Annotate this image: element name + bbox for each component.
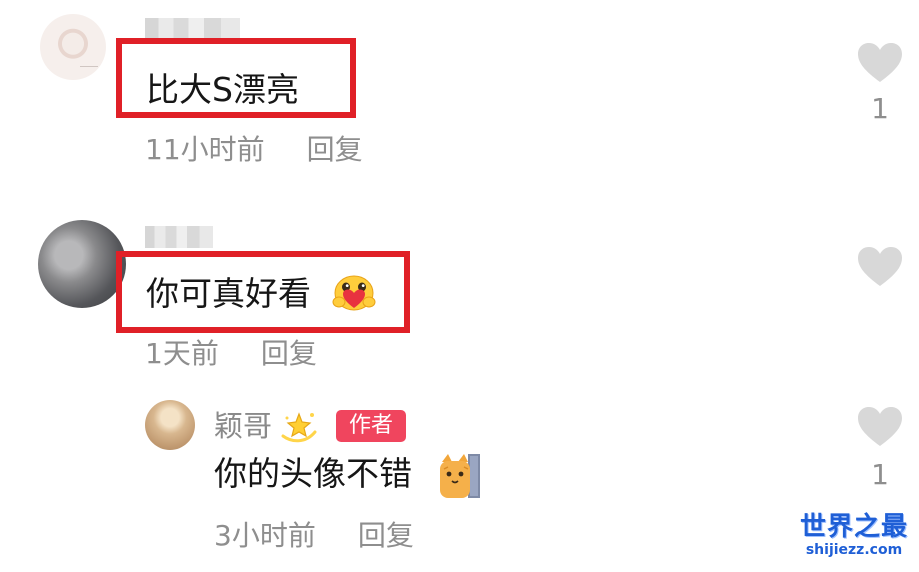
sparkle-star-emoji-icon: [281, 412, 317, 443]
avatar-author[interactable]: [145, 400, 195, 450]
blurred-username-1[interactable]: [145, 18, 240, 40]
avatar-commenter-1[interactable]: [40, 14, 106, 80]
comment-text-1: 比大S漂亮: [146, 70, 299, 109]
blurred-username-2[interactable]: [145, 226, 213, 248]
like-count-3: 1: [871, 458, 889, 491]
comment-time-1: 11小时前: [145, 133, 265, 166]
heart-icon[interactable]: [857, 246, 903, 288]
site-watermark: 世界之最 shijiezz.com: [793, 512, 915, 558]
cat-peeking-emoji-icon: [440, 454, 480, 498]
avatar-commenter-2[interactable]: [38, 220, 126, 308]
reply-text: 你的头像不错: [214, 454, 412, 493]
reply-meta: 3小时前 回复: [214, 520, 414, 552]
comment-meta-1: 11小时前 回复: [145, 134, 363, 166]
reply-author-name[interactable]: 颖哥: [214, 408, 272, 444]
comment-meta-2: 1天前 回复: [145, 338, 317, 370]
comment-time-2: 1天前: [145, 337, 219, 370]
like-group-1: 1: [857, 42, 903, 124]
like-group-3: 1: [857, 406, 903, 490]
like-group-2: [857, 246, 903, 298]
reply-button-3[interactable]: 回复: [358, 519, 414, 552]
author-badge: 作者: [336, 410, 406, 442]
reply-button-2[interactable]: 回复: [261, 337, 317, 370]
reply-button-1[interactable]: 回复: [307, 133, 363, 166]
like-count-1: 1: [871, 92, 889, 125]
watermark-url: shijiezz.com: [805, 542, 903, 558]
heart-icon[interactable]: [857, 406, 903, 448]
hugging-heart-emoji-icon: [332, 275, 376, 311]
reply-time: 3小时前: [214, 519, 316, 552]
heart-icon[interactable]: [857, 42, 903, 84]
comment-text-2: 你可真好看: [146, 274, 311, 313]
watermark-title: 世界之最: [799, 512, 908, 542]
